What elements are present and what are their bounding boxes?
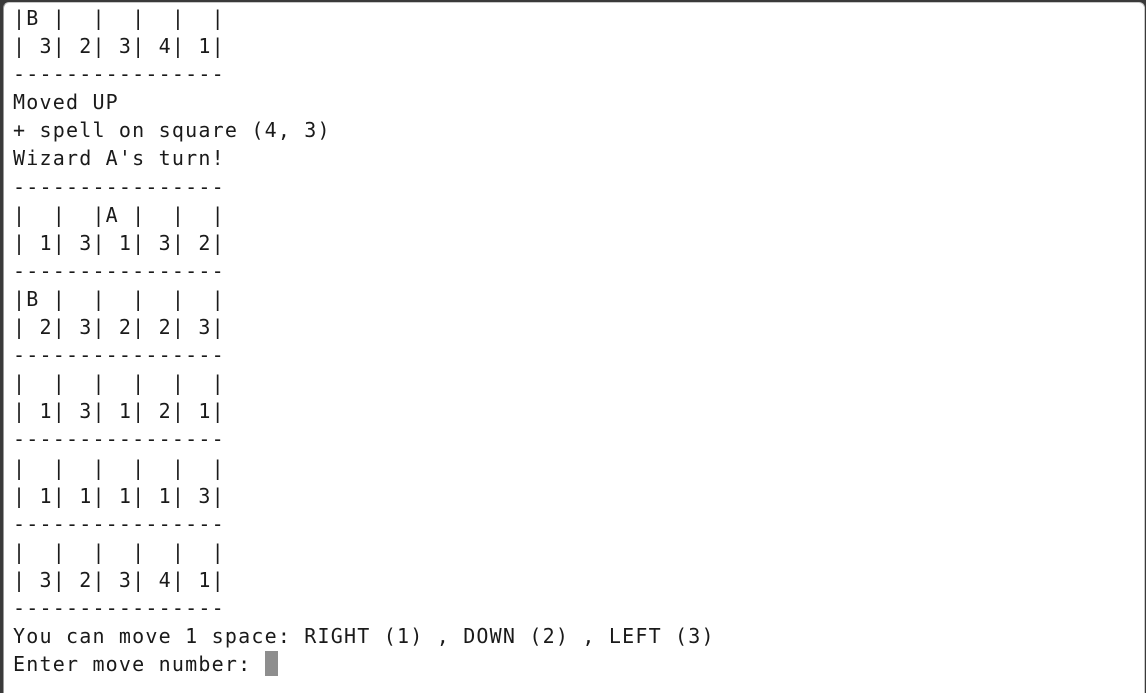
terminal-line: ---------------- — [13, 174, 225, 199]
terminal-window[interactable]: |B | | | | | | 3| 2| 3| 4| 1| ----------… — [3, 2, 1145, 693]
terminal-line: ---------------- — [13, 427, 225, 452]
terminal-line: Wizard A's turn! — [13, 146, 225, 171]
terminal-line: | 1| 3| 1| 3| 2| — [13, 230, 225, 255]
terminal-line: | | |A | | | — [13, 202, 225, 227]
terminal-line: ---------------- — [13, 343, 225, 368]
terminal-line: | 3| 2| 3| 4| 1| — [13, 34, 225, 59]
terminal-line: ---------------- — [13, 511, 225, 536]
terminal-line: Moved UP — [13, 90, 119, 115]
input-prompt: Enter move number: — [13, 652, 265, 677]
terminal-line: | 3| 2| 3| 4| 1| — [13, 567, 225, 592]
terminal-line: + spell on square (4, 3) — [13, 118, 331, 143]
terminal-line: ---------------- — [13, 595, 225, 620]
terminal-line: |B | | | | | — [13, 6, 225, 30]
input-line[interactable]: Enter move number: — [13, 650, 715, 678]
text-cursor — [264, 651, 278, 677]
move-options-line: You can move 1 space: RIGHT (1) , DOWN (… — [13, 624, 715, 649]
terminal-line: |B | | | | | — [13, 286, 225, 311]
terminal-output: |B | | | | | | 3| 2| 3| 4| 1| ----------… — [13, 4, 715, 678]
terminal-line: ---------------- — [13, 62, 225, 87]
terminal-line: ---------------- — [13, 258, 225, 283]
terminal-line: | | | | | | — [13, 539, 225, 564]
terminal-line: | | | | | | — [13, 455, 225, 480]
terminal-line: | | | | | | — [13, 371, 225, 396]
terminal-line: | 2| 3| 2| 2| 3| — [13, 315, 225, 340]
terminal-line: | 1| 1| 1| 1| 3| — [13, 483, 225, 508]
terminal-line: | 1| 3| 1| 2| 1| — [13, 399, 225, 424]
